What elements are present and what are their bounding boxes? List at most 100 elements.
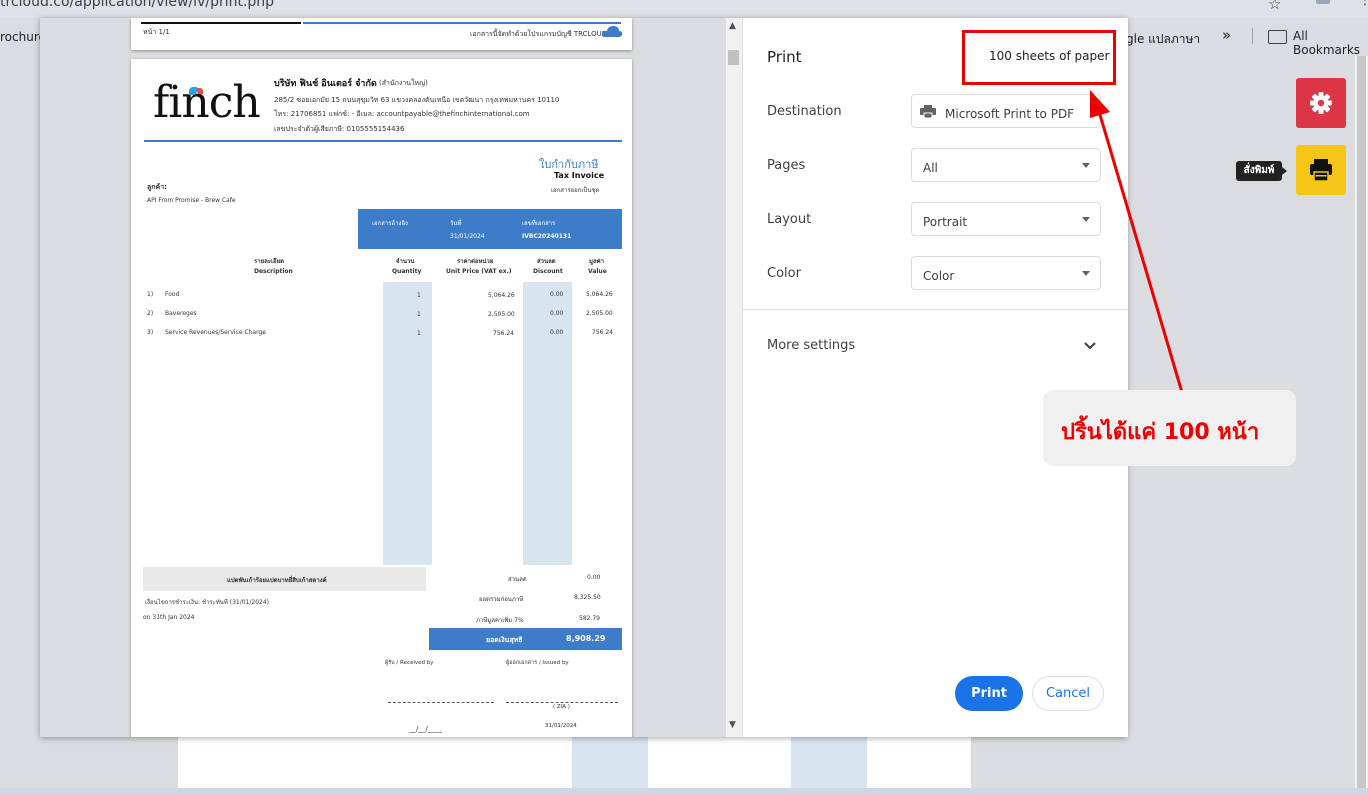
row-qty: 1 xyxy=(417,311,421,318)
print-button[interactable]: Print xyxy=(955,676,1023,711)
customer-label: ลูกค้า: xyxy=(147,183,167,191)
destination-value: Microsoft Print to PDF xyxy=(945,107,1075,121)
page-scrollbar-thumb[interactable] xyxy=(1357,56,1366,788)
layout-label: Layout xyxy=(767,212,812,227)
company-name: บริษัท ฟินช์ อินเตอร์ จำกัด xyxy=(274,79,377,89)
address-bar-url[interactable]: trcloud.co/application/view/iv/print.php xyxy=(0,0,274,10)
bookmark-star-icon[interactable]: ☆ xyxy=(1268,0,1281,13)
row-no: 3) xyxy=(147,329,154,336)
company-contact: โทร: 21706851 แฟกซ์: - อีเมล: accountpay… xyxy=(274,110,530,118)
net-value: 8,908.29 xyxy=(566,634,606,643)
date-value: 31/01/2024 xyxy=(450,233,485,240)
row-no: 2) xyxy=(147,310,154,317)
row-desc: Food xyxy=(165,291,180,298)
bookmarks-overflow-icon[interactable]: » xyxy=(1222,26,1231,44)
customer-name: API From Promise - Brew Cafe xyxy=(147,197,236,204)
net-label: ยอดเงินสุทธิ xyxy=(486,636,523,644)
row-price: 756.24 xyxy=(493,330,514,337)
discount-label: ส่วนลด xyxy=(508,576,527,583)
row-price: 5,064.26 xyxy=(488,292,515,299)
subtotal-value: 8,325.50 xyxy=(574,594,601,601)
row-qty: 1 xyxy=(417,330,421,337)
row-value: 5,064.26 xyxy=(586,291,613,298)
docno-label: เลขที่เอกสาร xyxy=(522,220,556,227)
col-desc-th: รายละเอียด xyxy=(254,258,285,265)
row-disc: 0.00 xyxy=(550,291,564,298)
issued-by: ผู้ออกเอกสาร / Issued by xyxy=(506,660,569,666)
company-branch: (สำนักงานใหญ่) xyxy=(379,79,428,87)
print-shortcut-button[interactable] xyxy=(1296,145,1346,195)
company-tax-id: เลขประจำตัวผู้เสียภาษี: 0105555154436 xyxy=(274,125,405,133)
amount-in-words-box: แปดพันเก้าร้อยแปดบาทยี่สิบเก้าสตางค์ xyxy=(143,567,426,591)
row-disc: 0.00 xyxy=(550,310,564,317)
taskbar-strip xyxy=(0,788,1368,795)
more-settings-label: More settings xyxy=(767,338,856,353)
scroll-up-icon[interactable]: ▲ xyxy=(729,21,736,31)
logo-bird-icon xyxy=(189,87,197,95)
annotation-arrow xyxy=(1090,90,1188,407)
color-value: Color xyxy=(923,269,955,283)
set-note: เอกสารออกเป็นชุด xyxy=(551,187,600,194)
extension-icon[interactable] xyxy=(1316,0,1330,4)
trcloud-note: เอกสารนี้จัดทำด้วยโปรแกรมบัญชี TRCLOUD xyxy=(470,30,608,38)
printer-icon xyxy=(1310,159,1332,182)
col-desc-en: Description xyxy=(254,268,293,275)
col-price-en: Unit Price (VAT ex.) xyxy=(446,268,512,275)
pages-label: Pages xyxy=(767,158,806,173)
layout-value: Portrait xyxy=(923,215,968,229)
page-scrollbar[interactable] xyxy=(1355,56,1368,788)
row-price: 2,505.00 xyxy=(488,311,515,318)
settings-button[interactable] xyxy=(1296,78,1346,128)
pages-value: All xyxy=(923,161,938,175)
logo-bird-accent-icon xyxy=(197,88,203,94)
folder-icon[interactable] xyxy=(1268,30,1287,44)
row-desc: Service Revenues/Service Charge xyxy=(165,329,266,336)
col-disc-th: ส่วนลด xyxy=(537,258,556,265)
row-qty: 1 xyxy=(417,292,421,299)
docno-value: IVBC20240131 xyxy=(522,233,572,240)
row-value: 2,505.00 xyxy=(586,310,613,317)
ref-label: เอกสารอ้างอิง xyxy=(372,220,408,227)
scroll-down-icon[interactable]: ▼ xyxy=(729,720,736,730)
print-tooltip: สั่งพิมพ์ xyxy=(1236,161,1287,181)
browser-top-bar: trcloud.co/application/view/iv/print.php… xyxy=(0,0,1368,18)
date-label: วันที่ xyxy=(450,220,462,227)
col-price-th: ราคาต่อหน่วย xyxy=(457,258,494,265)
vat-value: 582.79 xyxy=(579,615,600,622)
col-val-en: Value xyxy=(588,268,607,275)
cancel-button[interactable]: Cancel xyxy=(1032,676,1104,711)
col-qty-en: Quantity xyxy=(392,268,422,275)
gear-icon xyxy=(1310,92,1332,114)
received-by: ผู้รับ / Received by xyxy=(385,660,434,666)
browser-menu-icon[interactable]: ⋮ xyxy=(1358,0,1368,8)
underlying-column-shade xyxy=(572,736,648,788)
finch-logo: finch xyxy=(153,77,261,128)
preview-scrollbar-thumb[interactable] xyxy=(728,50,739,65)
receiver-blank-date: __/__/____ xyxy=(409,725,442,733)
payment-note: เงื่อนไขการชำระเงิน: ชำระทันที (31/01/20… xyxy=(145,599,269,606)
print-preview-pane: หน้า 1/1 เอกสารนี้จัดทำด้วยโปรแกรมบัญชี … xyxy=(40,18,726,737)
bookmarks-divider xyxy=(1252,28,1253,44)
all-bookmarks-link[interactable]: All Bookmarks xyxy=(1293,29,1368,57)
company-address: 285/2 ซอยเอกมัย 15 ถนนสุขุมวิท 63 แขวงคล… xyxy=(274,96,560,104)
annotation-highlight-box xyxy=(962,30,1116,85)
date-note: on 31th Jan 2024 xyxy=(143,614,195,621)
printer-icon xyxy=(920,105,936,118)
row-desc: Bavereges xyxy=(165,310,197,317)
annotation-callout: ปริ้นได้แค่ 100 หน้า xyxy=(1043,390,1296,466)
col-val-th: มูลค่า xyxy=(589,258,605,265)
discount-value: 0.00 xyxy=(587,574,601,581)
subtotal-label: ยอดรวมก่อนภาษี xyxy=(479,596,524,603)
preview-scrollbar[interactable]: ▲ ▼ xyxy=(726,18,742,737)
col-disc-en: Discount xyxy=(533,268,563,275)
underlying-column-shade xyxy=(791,736,867,788)
net-total-box: ยอดเงินสุทธิ 8,908.29 xyxy=(429,628,622,650)
preview-invoice-page: finch บริษัท ฟินช์ อินเตอร์ จำกัด (สำนัก… xyxy=(131,59,632,737)
color-label: Color xyxy=(767,266,801,281)
print-title: Print xyxy=(767,48,802,66)
invoice-title-en: Tax Invoice xyxy=(554,171,605,180)
amount-in-words: แปดพันเก้าร้อยแปดบาทยี่สิบเก้าสตางค์ xyxy=(227,577,327,584)
qty-column-shade xyxy=(383,282,432,565)
row-no: 1) xyxy=(147,291,154,298)
bookmark-google-translate[interactable]: gle แปลภาษา xyxy=(1126,30,1200,49)
